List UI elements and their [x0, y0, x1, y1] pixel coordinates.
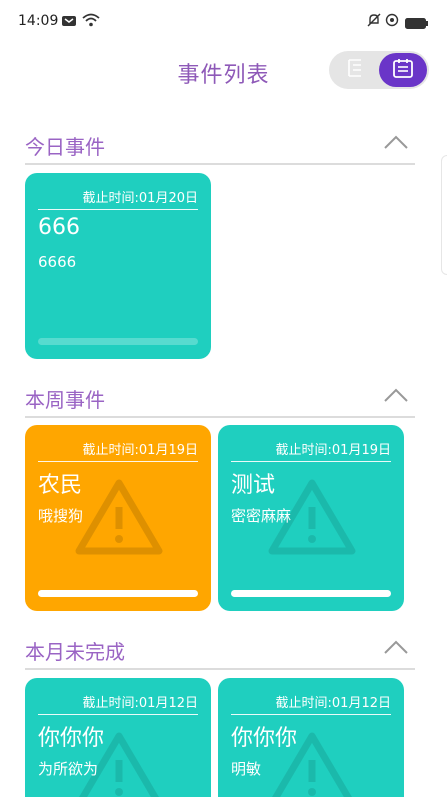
- event-card[interactable]: 截止时间:01月19日 农民 哦搜狗: [25, 425, 211, 611]
- status-time: 14:09: [18, 13, 59, 29]
- card-deadline: 截止时间:01月19日: [38, 439, 198, 462]
- card-title: 测试: [231, 473, 276, 498]
- card-title: 你你你: [231, 726, 298, 751]
- card-description: 6666: [38, 253, 77, 271]
- card-deadline: 截止时间:01月12日: [38, 692, 198, 715]
- section-title: 本月未完成: [25, 640, 125, 664]
- card-progress-bar: [38, 590, 198, 597]
- card-title: 你你你: [38, 726, 105, 751]
- chevron-up-icon[interactable]: [383, 638, 409, 656]
- card-description: 为所欲为: [38, 760, 99, 778]
- chevron-up-icon[interactable]: [383, 386, 409, 404]
- mute-bell-icon: [367, 12, 381, 31]
- card-progress-bar: [38, 338, 198, 345]
- side-drawer-handle[interactable]: [441, 155, 447, 275]
- card-progress-bar: [231, 590, 391, 597]
- event-card[interactable]: 截止时间:01月20日 666 6666: [25, 173, 211, 359]
- status-bar: 14:09: [0, 0, 447, 44]
- event-card[interactable]: 截止时间:01月12日 你你你 为所欲为: [25, 678, 211, 797]
- card-description: 密密麻麻: [231, 507, 292, 525]
- card-description: 哦搜狗: [38, 507, 84, 525]
- view-toggle[interactable]: [329, 51, 429, 89]
- event-card[interactable]: 截止时间:01月19日 测试 密密麻麻: [218, 425, 404, 611]
- list-icon: [345, 58, 365, 82]
- section-title: 今日事件: [25, 135, 105, 159]
- wifi-icon: [82, 12, 100, 31]
- card-title: 农民: [38, 473, 83, 498]
- section-week-header[interactable]: 本周事件: [25, 376, 415, 418]
- card-deadline: 截止时间:01月19日: [231, 439, 391, 462]
- card-description: 明敏: [231, 760, 262, 778]
- card-deadline: 截止时间:01月12日: [231, 692, 391, 715]
- card-title: 666: [38, 215, 80, 240]
- section-today-header[interactable]: 今日事件: [25, 123, 415, 165]
- event-card[interactable]: 截止时间:01月12日 你你你 明敏: [218, 678, 404, 797]
- message-icon: [62, 12, 76, 31]
- app-header: 事件列表: [0, 44, 447, 102]
- calendar-icon: [392, 57, 414, 83]
- list-view-button[interactable]: [337, 58, 373, 82]
- calendar-view-button[interactable]: [379, 53, 427, 87]
- card-deadline: 截止时间:01月20日: [38, 187, 198, 210]
- section-month-header[interactable]: 本月未完成: [25, 628, 415, 670]
- battery-icon: [405, 14, 429, 33]
- warning-icon: [75, 477, 163, 557]
- location-icon: [385, 12, 399, 31]
- section-title: 本周事件: [25, 388, 105, 412]
- chevron-up-icon[interactable]: [383, 133, 409, 151]
